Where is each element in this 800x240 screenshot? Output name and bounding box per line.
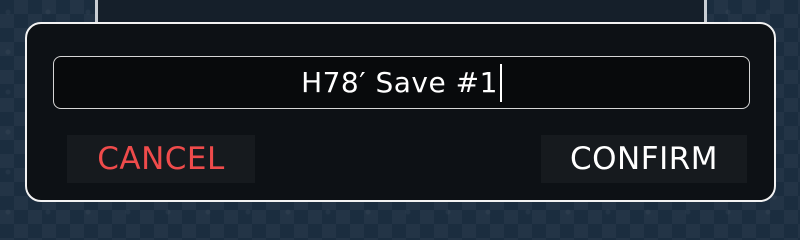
text-caret	[499, 63, 502, 102]
save-name-input[interactable]: H78′ Save #1	[53, 56, 750, 109]
confirm-button[interactable]: CONFIRM	[541, 135, 747, 183]
save-name-value: H78′ Save #1	[301, 66, 498, 99]
save-name-dialog: H78′ Save #1 CANCEL CONFIRM	[25, 22, 776, 202]
cancel-button[interactable]: CANCEL	[67, 135, 255, 183]
